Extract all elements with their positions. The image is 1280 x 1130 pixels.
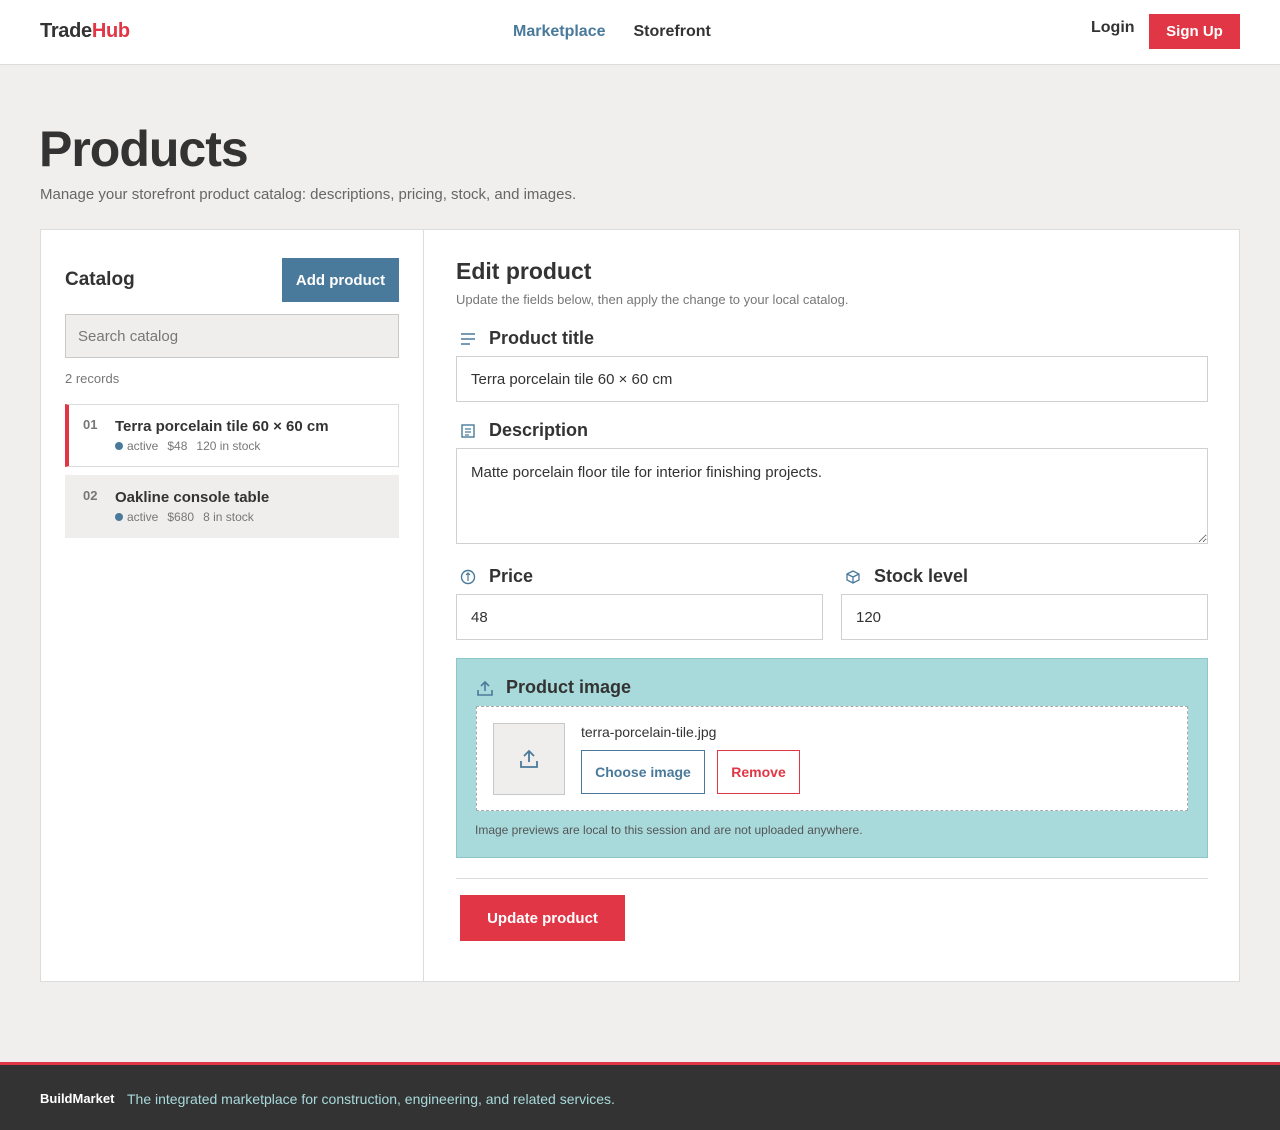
footer-brand: BuildMarket (40, 1091, 115, 1106)
top-navbar: TradeHub Marketplace Storefront Login Si… (0, 0, 1280, 65)
nav-storefront[interactable]: Storefront (634, 23, 711, 41)
choose-image-button[interactable]: Choose image (581, 750, 705, 794)
price-label-text: Price (489, 566, 534, 586)
upload-icon (520, 749, 538, 768)
item-number: 01 (83, 417, 98, 432)
status-dot-icon (115, 513, 123, 521)
stock-level-input[interactable] (841, 594, 1208, 640)
footer-tagline: The integrated marketplace for construct… (127, 1091, 615, 1107)
edit-product-subtitle: Update the fields below, then apply the … (456, 292, 849, 307)
product-title-input[interactable] (456, 356, 1208, 402)
page-title: Products (39, 121, 249, 177)
item-name: Terra porcelain tile 60 × 60 cm (115, 418, 329, 435)
add-product-button[interactable]: Add product (282, 258, 399, 302)
image-thumbnail (493, 723, 565, 795)
logo-text-trade: Trade (40, 20, 92, 42)
product-image-label: Product image (476, 677, 631, 698)
product-title-label-text: Product title (489, 328, 595, 348)
stock-level-label: Stock level (844, 566, 968, 587)
product-title-label: Product title (459, 328, 594, 349)
description-label-text: Description (489, 420, 589, 440)
price-input[interactable] (456, 594, 823, 640)
page-subtitle: Manage your storefront product catalog: … (40, 186, 577, 203)
status-dot-icon (115, 442, 123, 450)
nav-marketplace[interactable]: Marketplace (513, 23, 606, 41)
records-count: 2 records (65, 371, 120, 386)
document-icon (461, 423, 475, 438)
product-editor-card: Catalog Add product 2 records 01 Terra p… (40, 229, 1240, 982)
catalog-item-selected[interactable]: 01 Terra porcelain tile 60 × 60 cm activ… (65, 404, 399, 467)
price-circle-icon (460, 569, 476, 584)
item-stock: 120 in stock (196, 439, 261, 453)
text-lines-icon (461, 332, 475, 345)
divider (456, 878, 1208, 879)
description-textarea[interactable]: Matte porcelain floor tile for interior … (456, 448, 1208, 544)
item-number: 02 (83, 488, 98, 503)
item-price: $680 (167, 510, 195, 524)
footer: BuildMarket The integrated marketplace f… (0, 1062, 1280, 1130)
stock-level-label-text: Stock level (874, 566, 969, 586)
edit-product-heading: Edit product (456, 258, 592, 284)
remove-image-button[interactable]: Remove (717, 750, 800, 794)
update-product-button[interactable]: Update product (460, 895, 625, 941)
image-dropzone[interactable]: terra-porcelain-tile.jpg Choose image Re… (476, 706, 1188, 811)
logo[interactable]: TradeHub (40, 20, 130, 43)
image-note: Image previews are local to this session… (475, 823, 863, 837)
product-image-section: Product image terra-porcelain-tile.jpg C… (456, 658, 1208, 858)
search-catalog-input[interactable] (65, 314, 399, 358)
catalog-sidebar: Catalog Add product 2 records 01 Terra p… (41, 230, 424, 981)
item-status: active (127, 510, 159, 524)
upload-icon (477, 680, 493, 696)
catalog-item[interactable]: 02 Oakline console table active $680 8 i… (65, 475, 399, 538)
item-status: active (127, 439, 159, 453)
login-link[interactable]: Login (1091, 19, 1135, 37)
image-filename: terra-porcelain-tile.jpg (581, 724, 717, 740)
signup-button[interactable]: Sign Up (1149, 14, 1240, 49)
logo-text-hub: Hub (91, 20, 130, 42)
main-nav: Marketplace Storefront (513, 23, 711, 41)
catalog-heading: Catalog (65, 269, 135, 290)
item-stock: 8 in stock (203, 510, 254, 524)
product-image-label-text: Product image (506, 677, 632, 697)
item-name: Oakline console table (115, 489, 270, 506)
description-label: Description (459, 420, 588, 441)
item-meta: active $680 8 in stock (115, 510, 254, 524)
item-price: $48 (167, 439, 188, 453)
item-meta: active $48 120 in stock (115, 439, 260, 453)
price-label: Price (459, 566, 533, 587)
box-icon (846, 569, 860, 584)
